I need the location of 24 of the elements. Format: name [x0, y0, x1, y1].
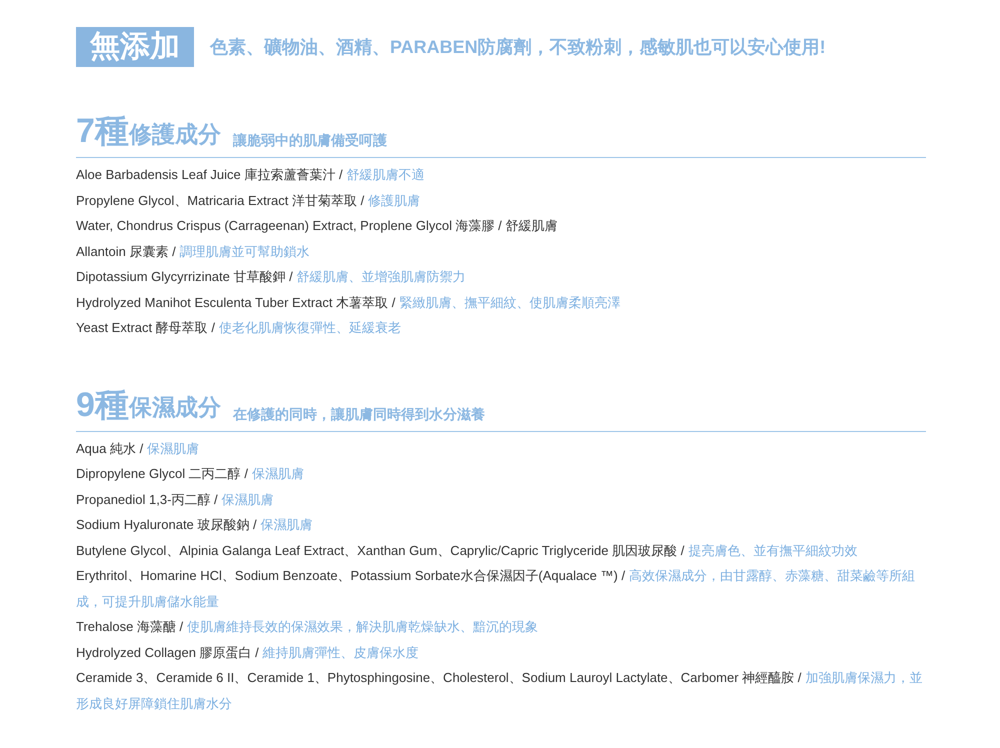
banner-text: 色素、礦物油、酒精、PARABEN防腐劑，不致粉刺，感敏肌也可以安心使用! — [210, 36, 826, 58]
ingredient-line: Erythritol、Homarine HCl、Sodium Benzoate、Potassium Sorbate水合保濕因子(Aqualace ™) / 高效保濕成分，由甘露醇、赤藻糖、甜菜鹼等所組成，可提升肌膚儲水能量 — [76, 567, 916, 610]
ingredient-line: Allantoin 尿囊素 / 調理肌膚並可幫助鎖水 — [76, 242, 311, 260]
section-title: 修護成分 — [128, 120, 221, 148]
ingredient-line: Yeast Extract 酵母萃取 / 使老化肌膚恢復彈性、延緩衰老 — [76, 319, 402, 337]
ingredient-line: Water, Chondrus Crispus (Carrageenan) Extract, Proplene Glycol 海藻膠 / 舒緩肌膚 — [76, 217, 559, 235]
ingredient-line: Butylene Glycol、Alpinia Galanga Leaf Extract、Xanthan Gum、Caprylic/Capric Triglyceride 肌因玻尿酸 / 提亮膚色、並有撫平細紋功效 — [76, 542, 858, 560]
section-count: 9種 — [76, 384, 129, 424]
banner-badge: 無添加 — [76, 27, 194, 67]
section-count: 7種 — [76, 111, 129, 151]
ingredient-line: Hydrolyzed Manihot Esculenta Tuber Extract 木薯萃取 / 緊緻肌膚、撫平細紋、使肌膚柔順亮澤 — [76, 294, 622, 312]
section-subtitle: 在修護的同時，讓肌膚同時得到水分滋養 — [232, 404, 485, 424]
ingredient-line: Dipropylene Glycol 二丙二醇 / 保濕肌膚 — [76, 465, 305, 483]
section-subtitle: 讓脆弱中的肌膚備受呵護 — [232, 131, 387, 150]
ingredient-line: Ceramide 3、Ceramide 6 II、Ceramide 1、Phytosphingosine、Cholesterol、Sodium Lauroyl Lactylate、Carbomer 神經醯胺 / 加強肌膚保濕力，並形成良好屏障鎖住肌膚水分 — [76, 669, 924, 712]
ingredient-line: Aloe Barbadensis Leaf Juice 庫拉索蘆薈葉汁 / 舒緩肌膚不適 — [76, 166, 426, 184]
ingredient-line: Propanediol 1,3-丙二醇 / 保濕肌膚 — [76, 490, 275, 509]
ingredient-line: Propylene Glycol、Matricaria Extract 洋甘菊萃取 / 修護肌膚 — [76, 192, 422, 210]
ingredient-line: Dipotassium Glycyrrizinate 甘草酸鉀 / 舒緩肌膚、並增強肌膚防禦力 — [76, 268, 467, 286]
section-title: 保濕成分 — [128, 393, 221, 422]
ingredient-line: Hydrolyzed Collagen 膠原蛋白 / 維持肌膚彈性、皮膚保水度 — [76, 644, 420, 662]
ingredient-line: Aqua 純水 / 保濕肌膚 — [76, 440, 200, 458]
ingredient-line: Sodium Hyaluronate 玻尿酸鈉 / 保濕肌膚 — [76, 516, 314, 534]
ingredient-line: Trehalose 海藻醣 / 使肌膚維持長效的保濕效果，解決肌膚乾燥缺水、黯沉的現象 — [76, 618, 540, 636]
